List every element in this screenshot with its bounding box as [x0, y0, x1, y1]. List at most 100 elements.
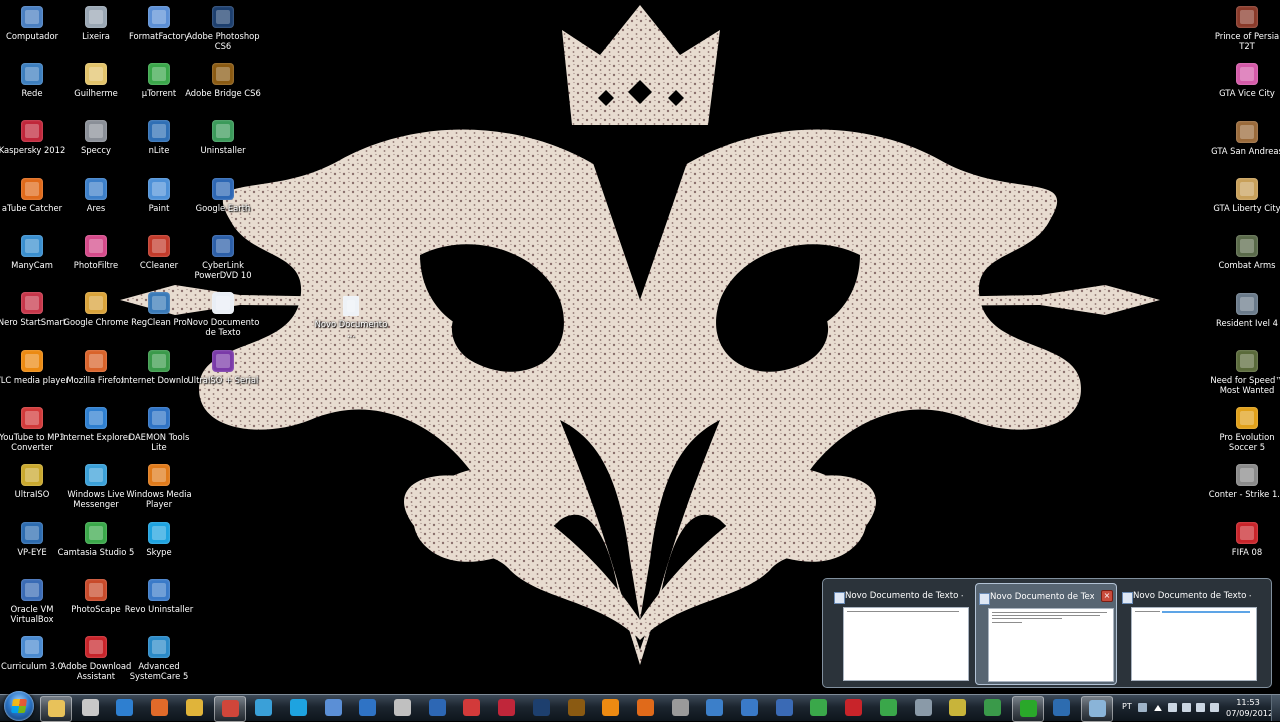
desktop-icon[interactable]: PhotoScape — [64, 575, 128, 629]
taskbar-button[interactable] — [734, 696, 764, 720]
desktop-icon[interactable]: Windows Media Player — [126, 460, 192, 514]
desktop-icon[interactable]: Kaspersky 2012 — [0, 116, 65, 170]
desktop-icon[interactable]: GTA San Andreas — [1211, 117, 1280, 171]
desktop-icon[interactable]: CyberLink PowerDVD 10 — [191, 231, 255, 285]
desktop-icon[interactable]: Mozilla Firefox — [64, 346, 128, 400]
taskbar-button[interactable] — [942, 696, 972, 720]
taskbar-button[interactable] — [144, 696, 174, 720]
desktop-icon[interactable]: UltraISO — [0, 460, 64, 514]
taskbar-button[interactable] — [179, 696, 209, 720]
taskbar-button[interactable] — [387, 696, 417, 720]
taskbar-button[interactable] — [318, 696, 348, 720]
desktop-icon[interactable]: Internet Downlo... — [122, 346, 196, 400]
desktop-icon[interactable]: DAEMON Tools Lite — [127, 403, 191, 457]
taskbar-button[interactable] — [213, 696, 246, 722]
close-icon[interactable]: × — [1101, 590, 1113, 602]
desktop-icon[interactable]: Conter - Strike 1.6 — [1209, 460, 1280, 514]
taskbar-button[interactable] — [699, 696, 729, 720]
clock[interactable]: 11:53 07/09/2012 — [1226, 697, 1273, 719]
desktop-icon[interactable]: Prince of Persia T2T — [1215, 2, 1279, 56]
desktop-icon[interactable]: Internet Explorer — [61, 403, 131, 457]
show-hidden-icons-icon[interactable] — [1154, 705, 1162, 711]
desktop-icon[interactable]: µTorrent — [127, 59, 191, 113]
taskbar-button[interactable] — [908, 696, 938, 720]
show-desktop-button[interactable] — [1271, 695, 1280, 721]
desktop-icon[interactable]: aTube Catcher — [0, 174, 64, 228]
desktop-icon[interactable]: nLite — [127, 116, 191, 170]
desktop-icon[interactable]: Revo Uninstaller — [125, 575, 193, 629]
desktop-icon[interactable]: Oracle VM VirtualBox — [0, 575, 64, 629]
taskbar-button[interactable] — [456, 696, 486, 720]
chrome-icon — [775, 699, 793, 716]
desktop-icon[interactable]: Novo Documento de Texto — [187, 288, 259, 342]
taskbar-button[interactable] — [561, 696, 591, 720]
taskbar-button[interactable] — [630, 696, 660, 720]
desktop-icon[interactable]: CCleaner — [127, 231, 191, 285]
taskbar-button[interactable] — [75, 696, 105, 720]
desktop-icon[interactable]: RegClean Pro — [127, 288, 191, 342]
taskbar-button[interactable] — [873, 696, 903, 720]
desktop-icon[interactable]: UltraISO + Serial — [188, 346, 258, 400]
action-center-flag-icon[interactable] — [1182, 703, 1191, 712]
desktop-icon[interactable]: Skype — [127, 518, 191, 572]
desktop-icon[interactable]: Speccy — [64, 116, 128, 170]
language-indicator[interactable]: PT — [1122, 702, 1132, 711]
desktop-icon[interactable]: Adobe Photoshop CS6 — [186, 2, 260, 56]
taskbar-button[interactable] — [838, 696, 868, 720]
desktop-icon[interactable]: Resident Ivel 4 — [1215, 289, 1279, 343]
taskbar-button[interactable] — [352, 696, 382, 720]
desktop-icon[interactable]: Uninstaller — [191, 116, 255, 170]
taskbar-button[interactable] — [109, 696, 139, 720]
taskbar-button[interactable] — [803, 696, 833, 720]
thumbnail-window-2[interactable]: Novo Documento de Texto (... × — [975, 583, 1117, 685]
desktop-icon[interactable]: Pro Evolution Soccer 5 — [1215, 403, 1279, 457]
taskbar-button[interactable] — [1046, 696, 1076, 720]
desktop-icon[interactable]: PhotoFiltre — [64, 231, 128, 285]
taskbar-button[interactable] — [1011, 696, 1044, 722]
thumbnail-window-1[interactable]: Novo Documento de Texto - Bl... — [831, 583, 971, 683]
desktop-icon[interactable]: Curriculum 3.0 — [0, 632, 64, 686]
taskbar-button[interactable] — [526, 696, 556, 720]
desktop-icon-novo-documento[interactable]: Novo Documento ... — [315, 292, 387, 346]
desktop-icon[interactable]: Need for Speed™ Most Wanted — [1210, 346, 1280, 400]
desktop-icon[interactable]: VLC media player — [0, 346, 69, 400]
desktop-icon[interactable]: YouTube to MP3 Converter — [0, 403, 65, 457]
taskbar-button[interactable] — [283, 696, 313, 720]
desktop-icon[interactable]: Windows Live Messenger — [64, 460, 128, 514]
desktop-icon[interactable]: Google Earth — [191, 174, 255, 228]
desktop-icon[interactable]: GTA Vice City — [1215, 59, 1279, 113]
taskbar-button[interactable] — [1081, 696, 1113, 722]
volume-icon[interactable] — [1196, 703, 1205, 712]
desktop-icon[interactable]: Rede — [0, 59, 64, 113]
desktop-icon[interactable]: Paint — [127, 174, 191, 228]
desktop-icon[interactable]: FormatFactory — [127, 2, 191, 56]
taskbar-button[interactable] — [491, 696, 521, 720]
taskbar-button[interactable] — [422, 696, 452, 720]
desktop-icon[interactable]: Ares — [64, 174, 128, 228]
desktop-icon[interactable]: Lixeira — [64, 2, 128, 56]
desktop-icon[interactable]: Computador — [0, 2, 64, 56]
start-button[interactable] — [4, 691, 34, 721]
taskbar-button[interactable] — [977, 696, 1007, 720]
desktop-icon[interactable]: VP-EYE — [0, 518, 64, 572]
desktop-icon[interactable]: Google Chrome — [63, 288, 129, 342]
desktop-icon[interactable]: Camtasia Studio 5 — [58, 518, 134, 572]
power-icon[interactable] — [1210, 703, 1219, 712]
desktop-icon[interactable]: Nero StartSmart — [0, 288, 66, 342]
desktop-icon[interactable]: Adobe Download Assistant — [61, 632, 131, 686]
taskbar-button[interactable] — [248, 696, 278, 720]
taskbar-button[interactable] — [769, 696, 799, 720]
desktop-icon[interactable]: Advanced SystemCare 5 — [127, 632, 191, 686]
thumbnail-window-3[interactable]: Novo Documento de Texto - Bl... — [1119, 583, 1259, 683]
desktop-icon[interactable]: FIFA 08 — [1215, 518, 1279, 572]
taskbar-button[interactable] — [595, 696, 625, 720]
input-method-icon[interactable] — [1138, 703, 1147, 712]
desktop-icon[interactable]: Combat Arms — [1215, 231, 1279, 285]
desktop-icon[interactable]: Adobe Bridge CS6 — [185, 59, 261, 113]
desktop-icon[interactable]: GTA Liberty City — [1213, 174, 1280, 228]
desktop-icon[interactable]: ManyCam — [0, 231, 64, 285]
network-icon[interactable] — [1168, 703, 1177, 712]
desktop-icon[interactable]: Guilherme — [64, 59, 128, 113]
taskbar-button[interactable] — [40, 696, 72, 722]
taskbar-button[interactable] — [665, 696, 695, 720]
